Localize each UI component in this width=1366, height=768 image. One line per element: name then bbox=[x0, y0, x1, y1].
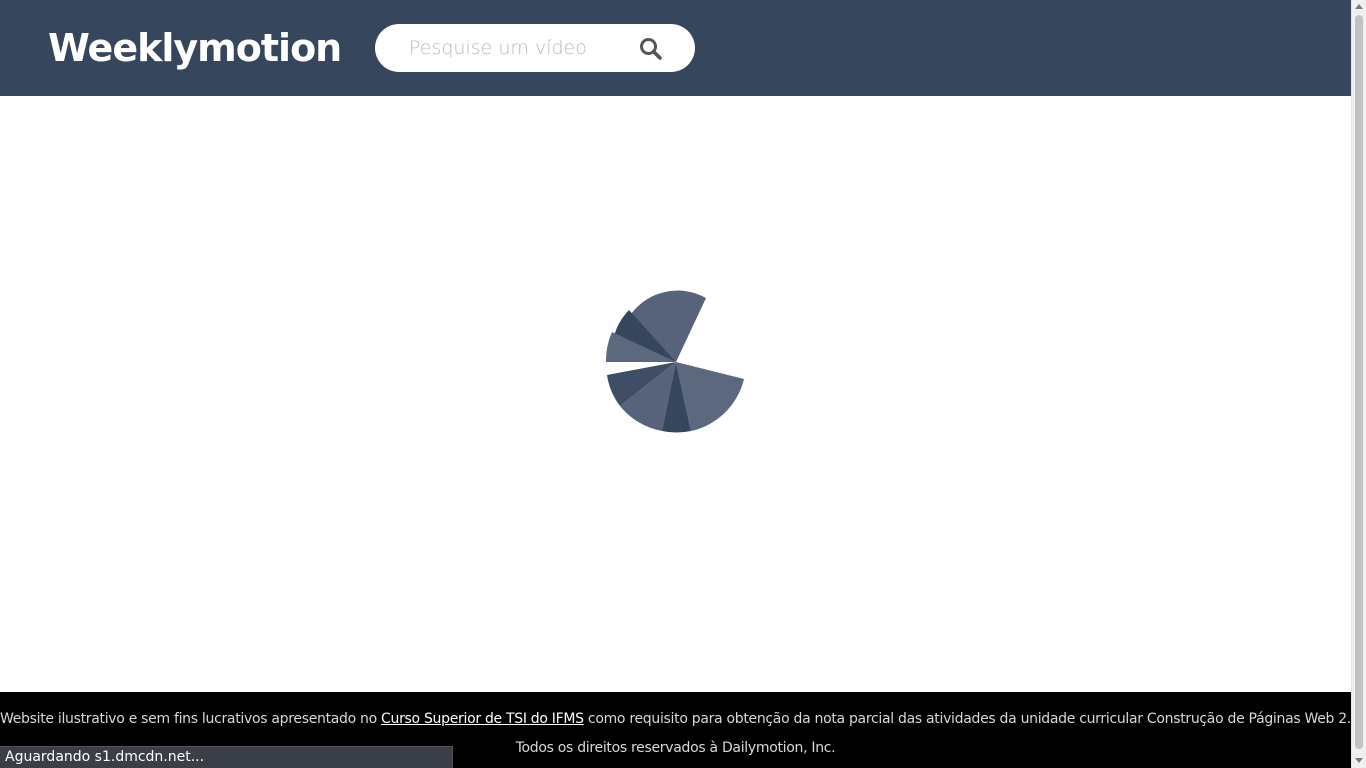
vertical-scrollbar[interactable] bbox=[1351, 0, 1366, 768]
footer-text-before: Website ilustrativo e sem fins lucrativo… bbox=[0, 711, 382, 727]
search-input[interactable] bbox=[409, 24, 639, 72]
scroll-up-arrow-icon[interactable] bbox=[1355, 4, 1363, 9]
browser-status-bar: Aguardando s1.dmcdn.net... bbox=[0, 746, 453, 768]
scroll-thumb[interactable] bbox=[1355, 15, 1363, 749]
main-content bbox=[0, 96, 1351, 692]
search-bar bbox=[375, 24, 695, 72]
site-header: Weeklymotion bbox=[0, 0, 1351, 96]
footer-disclaimer: Website ilustrativo e sem fins lucrativo… bbox=[0, 711, 1351, 727]
search-icon[interactable] bbox=[639, 37, 663, 61]
site-logo[interactable]: Weeklymotion bbox=[48, 22, 342, 74]
course-link[interactable]: Curso Superior de TSI do IFMS bbox=[381, 711, 584, 727]
loading-spinner-icon bbox=[605, 290, 744, 433]
scroll-down-arrow-icon[interactable] bbox=[1355, 758, 1363, 763]
footer-text-after: como requisito para obtenção da nota par… bbox=[583, 711, 1352, 727]
